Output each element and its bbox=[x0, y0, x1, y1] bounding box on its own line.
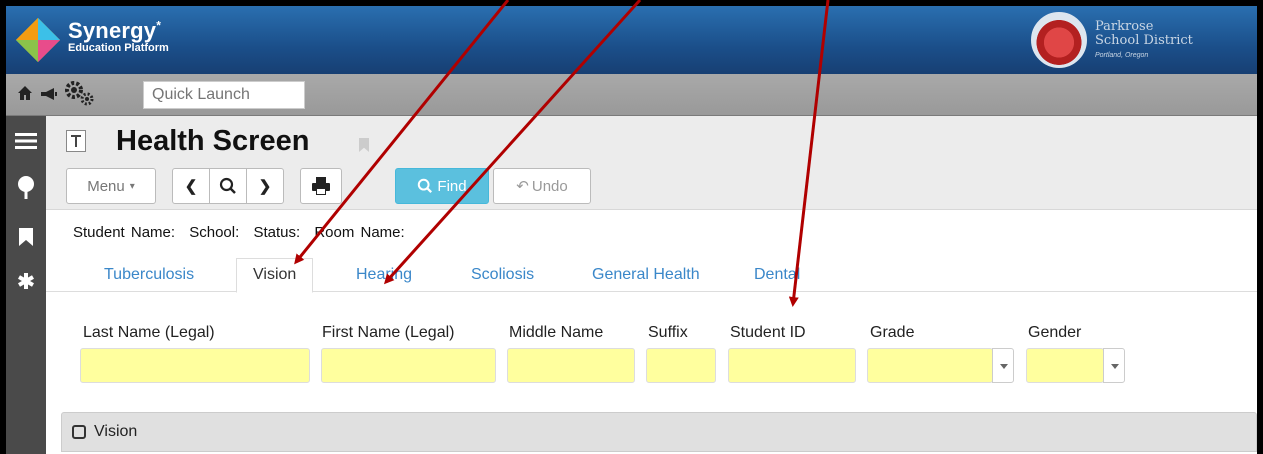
student-info: Student Name: School: Status: Room Name:… bbox=[46, 210, 1257, 310]
district-seal-icon bbox=[1031, 12, 1087, 68]
left-rail bbox=[6, 116, 46, 454]
brand-mark: * bbox=[156, 18, 162, 33]
gender-select[interactable] bbox=[1026, 348, 1104, 383]
main-content: Health Screen Menu ▾ ❮ ❯ Find ↶ Undo Stu… bbox=[46, 116, 1257, 454]
bookmark-icon[interactable] bbox=[19, 228, 33, 246]
tab-tuberculosis[interactable]: Tuberculosis bbox=[104, 266, 194, 284]
caret-down-icon: ▾ bbox=[129, 180, 135, 192]
school-label: School: bbox=[189, 224, 240, 241]
first-name-field[interactable] bbox=[321, 348, 496, 383]
collapse-icon[interactable] bbox=[72, 425, 86, 439]
tab-dental[interactable]: Dental bbox=[754, 266, 800, 284]
district-logo: Parkrose School District Portland, Orego… bbox=[1029, 10, 1239, 70]
synergy-logo-icon bbox=[16, 18, 60, 62]
brand-subtitle: Education Platform bbox=[68, 42, 169, 54]
brand-name: Synergy bbox=[68, 18, 157, 43]
filter-icon[interactable] bbox=[66, 130, 86, 152]
previous-button[interactable]: ❮ bbox=[172, 168, 210, 204]
student-summary: Student Name: School: Status: Room Name: bbox=[73, 224, 413, 241]
undo-button-label: Undo bbox=[531, 177, 568, 195]
student-id-label: Student ID bbox=[730, 324, 806, 341]
home-icon[interactable] bbox=[17, 85, 33, 101]
middle-name-label: Middle Name bbox=[509, 324, 604, 341]
gears-icon[interactable] bbox=[64, 80, 96, 108]
search-icon bbox=[418, 178, 433, 194]
chevron-right-icon: ❯ bbox=[258, 178, 272, 195]
district-name-line2: School District bbox=[1095, 33, 1193, 48]
menu-button[interactable]: Menu ▾ bbox=[66, 168, 156, 204]
vision-section-header[interactable]: Vision bbox=[61, 412, 1257, 452]
undo-icon: ↶ bbox=[516, 178, 529, 195]
status-label: Status: bbox=[253, 224, 301, 241]
gender-dropdown-caret-icon[interactable] bbox=[1103, 348, 1125, 383]
last-name-field[interactable] bbox=[80, 348, 310, 383]
grade-label: Grade bbox=[870, 324, 915, 341]
screening-tabs: Tuberculosis Vision Hearing Scoliosis Ge… bbox=[46, 258, 1257, 293]
tab-vision[interactable]: Vision bbox=[236, 258, 314, 293]
tab-general-health[interactable]: General Health bbox=[592, 266, 700, 284]
menu-button-label: Menu bbox=[87, 177, 125, 195]
first-name-label: First Name (Legal) bbox=[322, 324, 455, 341]
quick-launch-input[interactable] bbox=[143, 81, 305, 109]
brand: Synergy* Education Platform bbox=[68, 18, 169, 54]
search-button[interactable] bbox=[209, 168, 247, 204]
search-icon bbox=[219, 177, 236, 194]
app-header: Synergy* Education Platform Parkrose Sch… bbox=[6, 6, 1257, 74]
student-name-label: Student Name: bbox=[73, 224, 176, 241]
grade-dropdown-caret-icon[interactable] bbox=[992, 348, 1014, 383]
district-name: Parkrose School District bbox=[1095, 20, 1193, 48]
tab-hearing[interactable]: Hearing bbox=[356, 266, 412, 284]
app-window: Synergy* Education Platform Parkrose Sch… bbox=[6, 6, 1257, 454]
tab-scoliosis[interactable]: Scoliosis bbox=[471, 266, 534, 284]
print-icon bbox=[312, 177, 330, 195]
district-location: Portland, Oregon bbox=[1095, 52, 1149, 59]
tree-icon[interactable] bbox=[17, 176, 35, 200]
bookmark-page-icon[interactable] bbox=[359, 138, 369, 152]
find-button-label: Find bbox=[437, 177, 467, 195]
student-id-field[interactable] bbox=[728, 348, 856, 383]
grade-select[interactable] bbox=[867, 348, 993, 383]
room-name-label: Room Name: bbox=[314, 224, 405, 241]
district-name-line1: Parkrose bbox=[1095, 19, 1154, 34]
next-button[interactable]: ❯ bbox=[246, 168, 284, 204]
suffix-label: Suffix bbox=[648, 324, 688, 341]
megaphone-icon[interactable] bbox=[40, 87, 58, 101]
find-button[interactable]: Find bbox=[395, 168, 489, 204]
gender-label: Gender bbox=[1028, 324, 1082, 341]
middle-name-field[interactable] bbox=[507, 348, 635, 383]
quick-launch-bar bbox=[6, 74, 1257, 116]
print-button[interactable] bbox=[300, 168, 342, 204]
asterisk-icon[interactable] bbox=[17, 272, 35, 290]
page-toolbar-area: Health Screen Menu ▾ ❮ ❯ Find ↶ Undo bbox=[46, 116, 1257, 210]
chevron-left-icon: ❮ bbox=[184, 178, 198, 195]
last-name-label: Last Name (Legal) bbox=[83, 324, 215, 341]
hamburger-menu-icon[interactable] bbox=[15, 132, 37, 150]
page-title: Health Screen bbox=[116, 125, 310, 157]
undo-button[interactable]: ↶ Undo bbox=[493, 168, 591, 204]
suffix-field[interactable] bbox=[646, 348, 716, 383]
vision-section-title: Vision bbox=[94, 423, 138, 440]
